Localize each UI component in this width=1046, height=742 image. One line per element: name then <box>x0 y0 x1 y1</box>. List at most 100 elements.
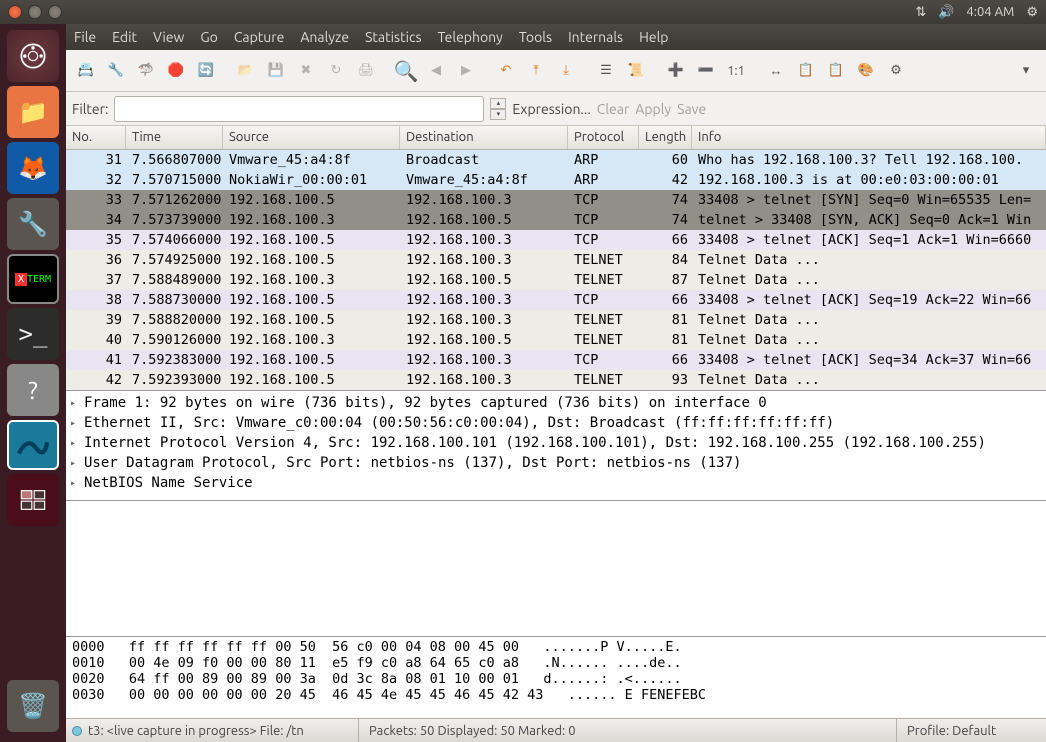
expert-info-led[interactable] <box>72 726 82 736</box>
tb-goto-bottom-icon[interactable]: ⤓ <box>552 57 580 85</box>
tb-prefs-icon[interactable]: ⚙ <box>882 57 910 85</box>
launcher-files[interactable]: 📁 <box>7 86 59 138</box>
status-packets: Packets: 50 Displayed: 50 Marked: 0 <box>369 724 576 738</box>
gear-icon[interactable]: ⚙ <box>1026 5 1038 20</box>
menu-tools[interactable]: Tools <box>519 29 552 45</box>
tb-jump-back-icon[interactable]: ↶ <box>492 57 520 85</box>
tb-find-icon[interactable]: 🔍 <box>392 57 420 85</box>
window-minimize-button[interactable] <box>28 5 42 19</box>
launcher-settings[interactable]: 🔧 <box>7 198 59 250</box>
packet-row[interactable]: 427.592393000192.168.100.5192.168.100.3T… <box>66 370 1046 390</box>
expand-icon[interactable]: ▸ <box>70 458 80 469</box>
packet-row[interactable]: 357.574066000192.168.100.5192.168.100.3T… <box>66 230 1046 250</box>
menu-file[interactable]: File <box>74 29 96 45</box>
tb-restart-icon[interactable]: 🔄 <box>192 57 220 85</box>
tb-capture-filter-icon[interactable]: 📋 <box>792 57 820 85</box>
menu-statistics[interactable]: Statistics <box>365 29 421 45</box>
apply-button[interactable]: Apply <box>635 101 671 117</box>
toolbar: 📇 🔧 🦈 🛑 🔄 📂 💾 ✖ ↻ 🖨 🔍 ◀ ▶ ↶ ⤒ ⤓ ☰ 📜 ➕ ➖ … <box>66 50 1046 92</box>
packet-row[interactable]: 327.570715000NokiaWir_00:00:01Vmware_45:… <box>66 170 1046 190</box>
expand-icon[interactable]: ▸ <box>70 438 80 449</box>
col-time[interactable]: Time <box>126 126 223 149</box>
expand-icon[interactable]: ▸ <box>70 398 80 409</box>
tb-interfaces-icon[interactable]: 📇 <box>72 57 100 85</box>
launcher-wireshark[interactable] <box>7 420 59 470</box>
col-length[interactable]: Length <box>639 126 692 149</box>
filter-history-down[interactable]: ▾ <box>490 109 506 120</box>
expand-icon[interactable]: ▸ <box>70 478 80 489</box>
tb-stop-icon[interactable]: 🛑 <box>162 57 190 85</box>
col-protocol[interactable]: Protocol <box>568 126 639 149</box>
top-panel: ⇅ 🔊 4:04 AM ⚙ <box>0 0 1046 24</box>
menu-view[interactable]: View <box>153 29 184 45</box>
menu-edit[interactable]: Edit <box>112 29 137 45</box>
packet-row[interactable]: 367.574925000192.168.100.5192.168.100.3T… <box>66 250 1046 270</box>
tb-zoom-out-icon[interactable]: ➖ <box>692 57 720 85</box>
save-button[interactable]: Save <box>677 101 706 117</box>
volume-icon[interactable]: 🔊 <box>938 5 954 20</box>
menu-internals[interactable]: Internals <box>568 29 623 45</box>
status-profile: Profile: Default <box>907 724 996 738</box>
tb-resize-cols-icon[interactable]: ↔ <box>762 57 790 85</box>
launcher-firefox[interactable]: 🦊 <box>7 142 59 194</box>
launcher-workspace[interactable] <box>7 474 59 526</box>
tb-coloring-rules-icon[interactable]: 🎨 <box>852 57 880 85</box>
menu-telephony[interactable]: Telephony <box>438 29 503 45</box>
packet-row[interactable]: 397.588820000192.168.100.5192.168.100.3T… <box>66 310 1046 330</box>
col-info[interactable]: Info <box>692 126 1046 149</box>
network-icon[interactable]: ⇅ <box>915 5 926 20</box>
col-no[interactable]: No. <box>66 126 126 149</box>
expand-icon[interactable]: ▸ <box>70 418 80 429</box>
packet-row[interactable]: 377.588489000192.168.100.3192.168.100.5T… <box>66 270 1046 290</box>
clock[interactable]: 4:04 AM <box>966 5 1014 19</box>
detail-line[interactable]: ▸Ethernet II, Src: Vmware_c0:00:04 (00:5… <box>70 413 1042 433</box>
filter-history-up[interactable]: ▴ <box>490 98 506 109</box>
tb-display-filter-icon[interactable]: 📋 <box>822 57 850 85</box>
launcher-help[interactable]: ? <box>7 364 59 416</box>
packet-list-header: No. Time Source Destination Protocol Len… <box>66 126 1046 150</box>
tb-close-icon[interactable]: ✖ <box>292 57 320 85</box>
tb-next-icon[interactable]: ▶ <box>452 57 480 85</box>
window-maximize-button[interactable] <box>48 5 62 19</box>
tb-start-icon[interactable]: 🦈 <box>132 57 160 85</box>
detail-line[interactable]: ▸Frame 1: 92 bytes on wire (736 bits), 9… <box>70 393 1042 413</box>
tb-open-icon[interactable]: 📂 <box>232 57 260 85</box>
detail-line[interactable]: ▸User Datagram Protocol, Src Port: netbi… <box>70 453 1042 473</box>
packet-bytes[interactable]: 0000 ff ff ff ff ff ff 00 50 56 c0 00 04… <box>66 636 1046 718</box>
launcher-trash[interactable]: 🗑️ <box>7 680 59 732</box>
menu-analyze[interactable]: Analyze <box>300 29 349 45</box>
tb-reload-icon[interactable]: ↻ <box>322 57 350 85</box>
menu-help[interactable]: Help <box>639 29 668 45</box>
tb-colorize-icon[interactable]: ☰ <box>592 57 620 85</box>
col-destination[interactable]: Destination <box>400 126 568 149</box>
tb-options-icon[interactable]: 🔧 <box>102 57 130 85</box>
tb-overflow-icon[interactable]: ▾ <box>1012 57 1040 85</box>
clear-button[interactable]: Clear <box>597 101 629 117</box>
tb-prev-icon[interactable]: ◀ <box>422 57 450 85</box>
menu-go[interactable]: Go <box>200 29 217 45</box>
packet-row[interactable]: 347.573739000192.168.100.3192.168.100.5T… <box>66 210 1046 230</box>
tb-save-icon[interactable]: 💾 <box>262 57 290 85</box>
launcher-dash[interactable] <box>7 30 59 82</box>
packet-row[interactable]: 417.592383000192.168.100.5192.168.100.3T… <box>66 350 1046 370</box>
packet-row[interactable]: 337.571262000192.168.100.5192.168.100.3T… <box>66 190 1046 210</box>
packet-row[interactable]: 317.566807000Vmware_45:a4:8fBroadcastARP… <box>66 150 1046 170</box>
filter-input[interactable] <box>114 96 484 122</box>
launcher-xterm[interactable]: XTERM <box>7 254 59 304</box>
tb-zoom-reset-icon[interactable]: 1:1 <box>722 57 750 85</box>
window-close-button[interactable] <box>8 5 22 19</box>
tb-goto-top-icon[interactable]: ⤒ <box>522 57 550 85</box>
tb-zoom-in-icon[interactable]: ➕ <box>662 57 690 85</box>
col-source[interactable]: Source <box>223 126 400 149</box>
detail-line[interactable]: ▸Internet Protocol Version 4, Src: 192.1… <box>70 433 1042 453</box>
tb-autoscroll-icon[interactable]: 📜 <box>622 57 650 85</box>
packet-row[interactable]: 387.588730000192.168.100.5192.168.100.3T… <box>66 290 1046 310</box>
detail-line[interactable]: ▸NetBIOS Name Service <box>70 473 1042 493</box>
launcher-terminal[interactable]: >_ <box>7 308 59 360</box>
expression-button[interactable]: Expression... <box>512 101 590 117</box>
tb-print-icon[interactable]: 🖨 <box>352 57 380 85</box>
menu-capture[interactable]: Capture <box>234 29 285 45</box>
packet-row[interactable]: 407.590126000192.168.100.3192.168.100.5T… <box>66 330 1046 350</box>
packet-details[interactable]: ▸Frame 1: 92 bytes on wire (736 bits), 9… <box>66 391 1046 501</box>
empty-space <box>66 501 1046 636</box>
